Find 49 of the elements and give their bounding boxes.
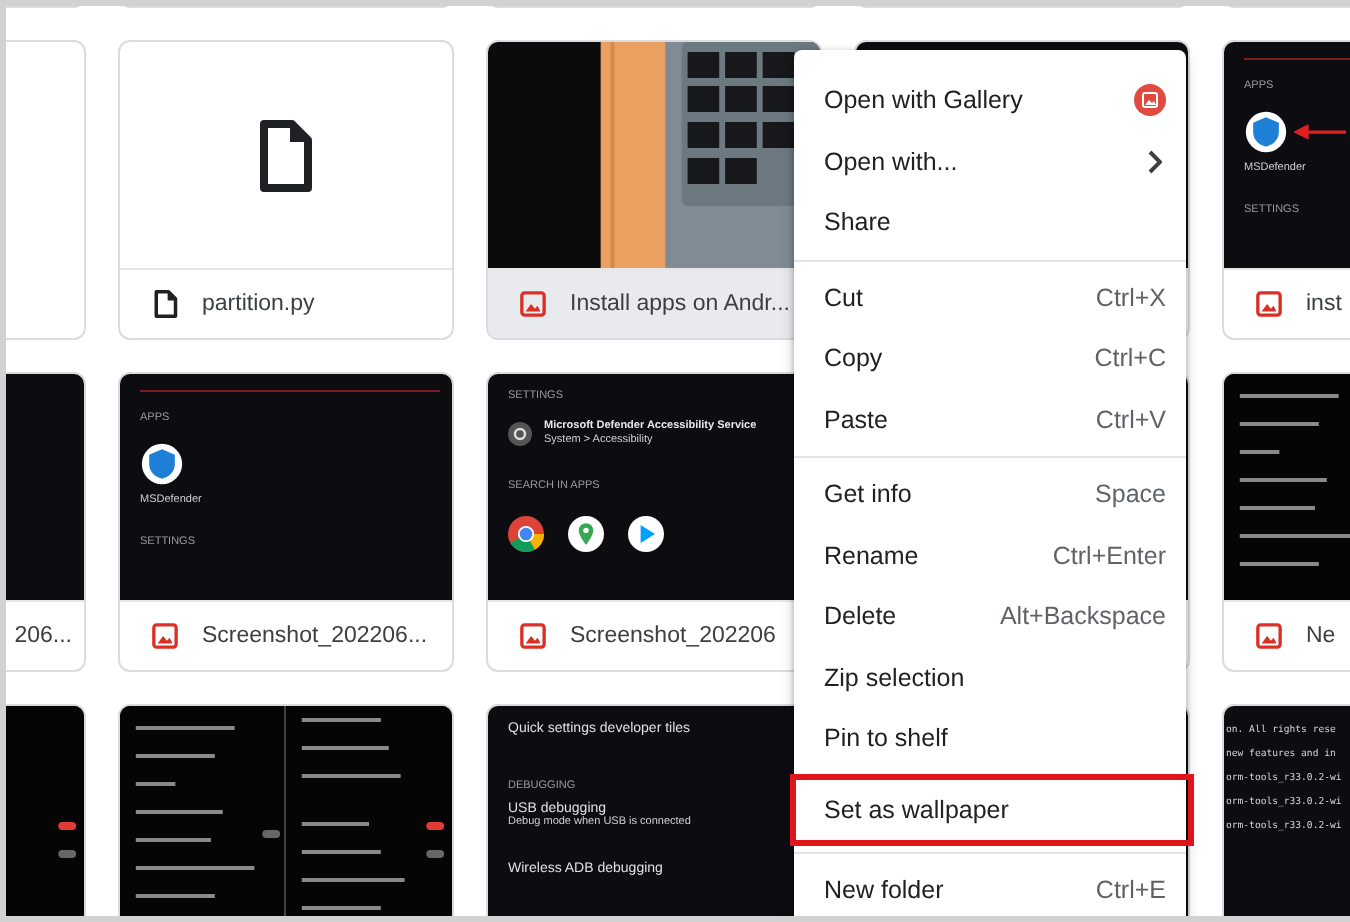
image-icon [1256,622,1282,650]
chrome-icon [508,515,544,552]
menu-label: Get info [824,480,914,509]
menu-label: Share [824,208,893,237]
image-icon [1256,290,1282,318]
file-name: partition.py [202,292,315,316]
file-tile[interactable]: 206... [6,372,86,672]
menu-label: Rename [824,541,921,570]
file-name: 206... [14,624,72,648]
file-icon [258,119,314,191]
shield-icon [1244,110,1288,155]
shortcut-label: Ctrl+V [1095,405,1166,434]
menu-label: Pin to shelf [824,724,950,753]
menu-label: New folder [824,875,946,904]
menu-label: Set as wallpaper [824,795,1011,823]
menu-item[interactable]: New folder Ctrl+E [794,859,1186,916]
image-icon [520,290,546,318]
file-tile[interactable]: Ne [1222,372,1350,672]
image-icon [520,622,546,650]
image-icon [152,622,178,650]
gallery-icon [1134,84,1166,117]
menu-label: Paste [824,405,890,434]
shortcut-label: Ctrl+E [1095,875,1166,904]
shortcut-label: Ctrl+C [1094,344,1166,373]
shortcut-label: Ctrl+Enter [1052,541,1166,570]
menu-label: Open with Gallery [824,86,1025,115]
file-name: Screenshot_202206 [570,624,776,648]
menu-item[interactable]: Pin to shelf [794,708,1186,769]
chevron-icon [1146,149,1162,174]
file-tile[interactable]: partition.py [118,40,454,340]
file-name: Install apps on Andr... [570,292,790,316]
shortcut-label: Space [1095,480,1166,509]
shortcut-label: Alt+Backspace [999,602,1166,631]
shortcut-label: Ctrl+X [1095,283,1166,312]
map-pin-icon [568,515,604,552]
file-tile[interactable]: Install apps on Andr... [486,40,822,340]
shield-icon [140,442,184,487]
file-name: Screenshot_202206... [202,624,428,648]
file-icon [152,290,178,318]
file-name: inst [1306,292,1342,316]
menu-label: Cut [824,283,865,312]
menu-label: Zip selection [824,663,967,692]
menu-label: Delete [824,602,899,631]
gear-icon [508,422,532,447]
play-icon [628,515,664,552]
file-name: Ne [1306,624,1336,648]
menu-label: Copy [824,344,885,373]
menu-item[interactable]: Set as wallpaper [790,773,1194,845]
menu-label: Open with... [824,147,960,176]
